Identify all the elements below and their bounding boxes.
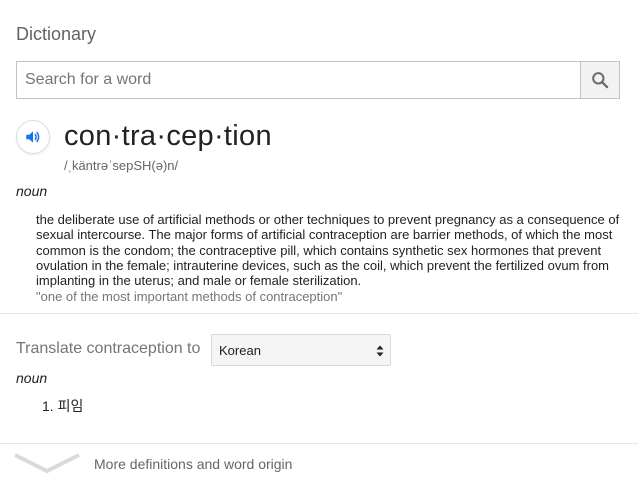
- definition-text: the deliberate use of artificial methods…: [36, 212, 620, 289]
- dictionary-card: Dictionary con·tra·cep·tion /ˌkäntrəˈsep…: [0, 0, 638, 484]
- part-of-speech: noun: [16, 183, 48, 199]
- search-box: [16, 61, 620, 99]
- headword: con·tra·cep·tion: [64, 120, 272, 152]
- search-button[interactable]: [580, 62, 619, 98]
- section-divider: [0, 313, 638, 314]
- speaker-icon: [26, 131, 40, 143]
- translation-item: 1. 피임: [42, 396, 83, 416]
- select-arrows-icon: [376, 345, 384, 357]
- language-select[interactable]: Korean: [211, 334, 391, 366]
- selected-language: Korean: [219, 342, 261, 358]
- card-title: Dictionary: [16, 24, 97, 44]
- chevron-down-icon: [14, 453, 80, 474]
- translation-part-of-speech: noun: [16, 370, 48, 386]
- more-definitions-label: More definitions and word origin: [94, 456, 293, 472]
- search-icon: [592, 72, 609, 89]
- translate-label: Translate contraception to: [16, 340, 201, 357]
- example-sentence: "one of the most important methods of co…: [36, 289, 343, 304]
- pronunciation-button[interactable]: [16, 120, 50, 154]
- search-input[interactable]: [17, 62, 580, 98]
- phonetic-spelling: /ˌkäntrəˈsepSH(ə)n/: [64, 158, 179, 173]
- more-definitions-link[interactable]: More definitions and word origin: [0, 444, 638, 484]
- translation-number: 1.: [42, 398, 54, 414]
- translation-text: 피임: [57, 398, 84, 414]
